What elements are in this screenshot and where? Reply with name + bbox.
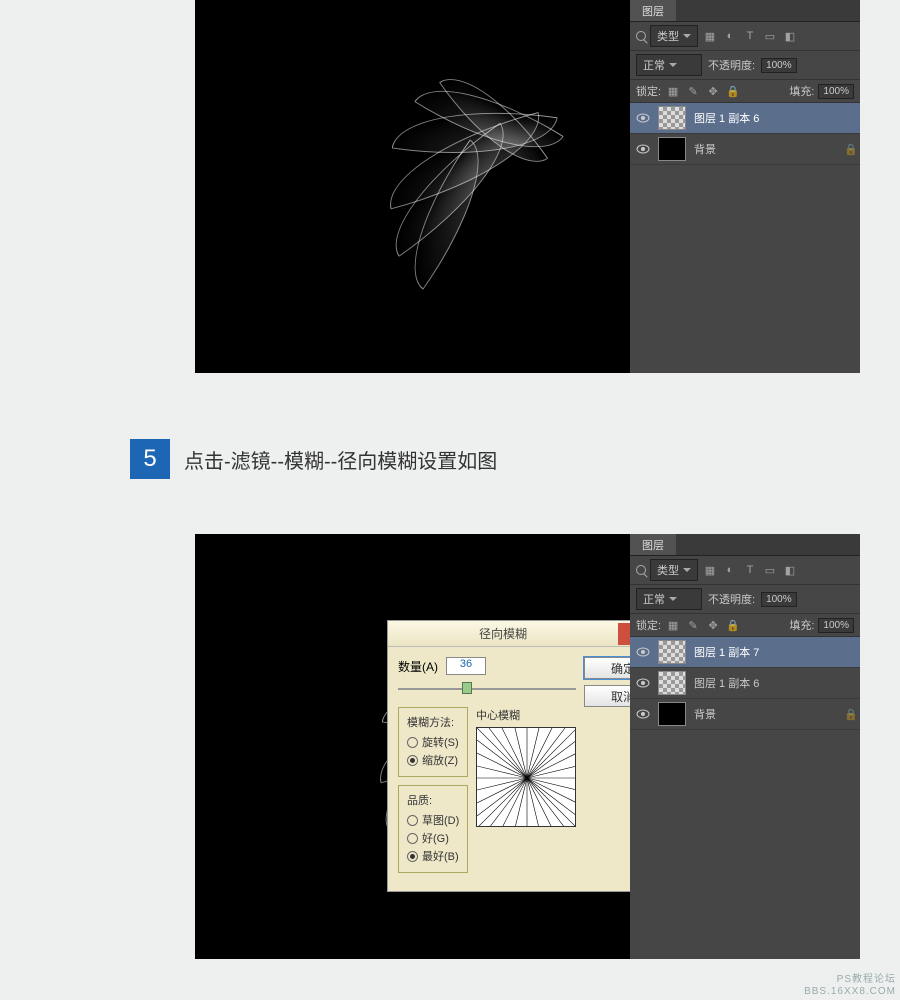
- layer-thumbnail: [658, 137, 686, 161]
- visibility-toggle[interactable]: [636, 111, 650, 125]
- step-number: 5: [130, 439, 170, 479]
- fill-label: 填充:: [789, 83, 814, 99]
- method-spin-radio[interactable]: 旋转(S): [407, 734, 461, 750]
- dialog-title: 径向模糊: [388, 625, 618, 642]
- quality-draft-radio[interactable]: 草图(D): [407, 812, 461, 828]
- opacity-value[interactable]: 100%: [761, 592, 797, 607]
- filter-type-dropdown[interactable]: 类型: [650, 559, 698, 581]
- slider-thumb[interactable]: [462, 682, 472, 694]
- visibility-toggle[interactable]: [636, 645, 650, 659]
- lock-icon: 🔒: [844, 708, 854, 721]
- visibility-toggle[interactable]: [636, 142, 650, 156]
- lock-trans-icon[interactable]: ▦: [665, 618, 681, 632]
- lock-paint-icon[interactable]: ✎: [685, 84, 701, 98]
- opacity-label: 不透明度:: [708, 57, 755, 73]
- lock-label: 锁定:: [636, 83, 661, 99]
- smart-filter-icon[interactable]: ◧: [782, 29, 798, 43]
- lock-pos-icon[interactable]: ✥: [705, 84, 721, 98]
- pixel-filter-icon[interactable]: ▦: [702, 29, 718, 43]
- layers-list-2: 图层 1 副本 7 图层 1 副本 6 背景 🔒: [630, 637, 860, 730]
- layer-thumbnail: [658, 671, 686, 695]
- opacity-value[interactable]: 100%: [761, 58, 797, 73]
- shape-filter-icon[interactable]: ▭: [762, 29, 778, 43]
- canvas-1: [195, 0, 630, 373]
- screenshot-1: 图层 类型 ▦ ◐ T ▭ ◧ 正常 不透明度: 100% 锁定: ▦ ✎ ✥ …: [195, 0, 860, 373]
- dialog-titlebar[interactable]: 径向模糊 ✕: [388, 621, 656, 647]
- layer-item[interactable]: 图层 1 副本 6: [630, 668, 860, 699]
- center-blur-label: 中心模糊: [476, 707, 576, 723]
- fill-value[interactable]: 100%: [818, 618, 854, 633]
- amount-slider[interactable]: [398, 681, 576, 697]
- chevron-down-icon: [669, 597, 677, 601]
- adjust-filter-icon[interactable]: ◐: [722, 563, 738, 577]
- search-icon: [636, 565, 646, 575]
- lock-paint-icon[interactable]: ✎: [685, 618, 701, 632]
- adjust-filter-icon[interactable]: ◐: [722, 29, 738, 43]
- lock-all-icon[interactable]: 🔒: [725, 618, 741, 632]
- watermark: PS教程论坛 BBS.16XX8.COM: [804, 974, 896, 998]
- text-filter-icon[interactable]: T: [742, 563, 758, 577]
- quality-fieldset: 品质: 草图(D) 好(G) 最好(B): [398, 785, 468, 873]
- layer-item[interactable]: 图层 1 副本 6: [630, 103, 860, 134]
- chevron-down-icon: [683, 568, 691, 572]
- filter-type-dropdown[interactable]: 类型: [650, 25, 698, 47]
- layer-item[interactable]: 图层 1 副本 7: [630, 637, 860, 668]
- fill-label: 填充:: [789, 617, 814, 633]
- lock-label: 锁定:: [636, 617, 661, 633]
- blend-mode-dropdown[interactable]: 正常: [636, 54, 702, 76]
- layer-thumbnail: [658, 702, 686, 726]
- chevron-down-icon: [669, 63, 677, 67]
- blur-method-fieldset: 模糊方法: 旋转(S) 缩放(Z): [398, 707, 468, 777]
- amount-label: 数量(A): [398, 658, 438, 675]
- lock-icon: 🔒: [844, 143, 854, 156]
- layers-tab[interactable]: 图层: [630, 0, 676, 21]
- layer-thumbnail: [658, 640, 686, 664]
- step-instruction: 5 点击-滤镜--模糊--径向模糊设置如图: [130, 439, 497, 479]
- layer-item[interactable]: 背景 🔒: [630, 699, 860, 730]
- center-blur-preview[interactable]: [476, 727, 576, 827]
- quality-good-radio[interactable]: 好(G): [407, 830, 461, 846]
- search-icon: [636, 31, 646, 41]
- layers-list-1: 图层 1 副本 6 背景 🔒: [630, 103, 860, 165]
- chevron-down-icon: [683, 34, 691, 38]
- radial-blur-dialog: 径向模糊 ✕ 数量(A) 36 模糊方法: 旋转(S): [387, 620, 657, 892]
- opacity-label: 不透明度:: [708, 591, 755, 607]
- fill-value[interactable]: 100%: [818, 84, 854, 99]
- amount-input[interactable]: 36: [446, 657, 486, 675]
- layers-tab[interactable]: 图层: [630, 534, 676, 555]
- pixel-filter-icon[interactable]: ▦: [702, 563, 718, 577]
- quality-best-radio[interactable]: 最好(B): [407, 848, 461, 864]
- text-filter-icon[interactable]: T: [742, 29, 758, 43]
- layers-panel-2: 图层 类型 ▦ ◐ T ▭ ◧ 正常 不透明度: 100% 锁定: ▦ ✎ ✥ …: [630, 534, 860, 959]
- visibility-toggle[interactable]: [636, 707, 650, 721]
- lock-trans-icon[interactable]: ▦: [665, 84, 681, 98]
- lock-pos-icon[interactable]: ✥: [705, 618, 721, 632]
- layer-thumbnail: [658, 106, 686, 130]
- blend-mode-dropdown[interactable]: 正常: [636, 588, 702, 610]
- lock-all-icon[interactable]: 🔒: [725, 84, 741, 98]
- shape-filter-icon[interactable]: ▭: [762, 563, 778, 577]
- layers-panel-1: 图层 类型 ▦ ◐ T ▭ ◧ 正常 不透明度: 100% 锁定: ▦ ✎ ✥ …: [630, 0, 860, 373]
- visibility-toggle[interactable]: [636, 676, 650, 690]
- smart-filter-icon[interactable]: ◧: [782, 563, 798, 577]
- step-text: 点击-滤镜--模糊--径向模糊设置如图: [184, 445, 497, 474]
- layer-item[interactable]: 背景 🔒: [630, 134, 860, 165]
- screenshot-2: 径向模糊 ✕ 数量(A) 36 模糊方法: 旋转(S): [195, 534, 860, 959]
- method-zoom-radio[interactable]: 缩放(Z): [407, 752, 461, 768]
